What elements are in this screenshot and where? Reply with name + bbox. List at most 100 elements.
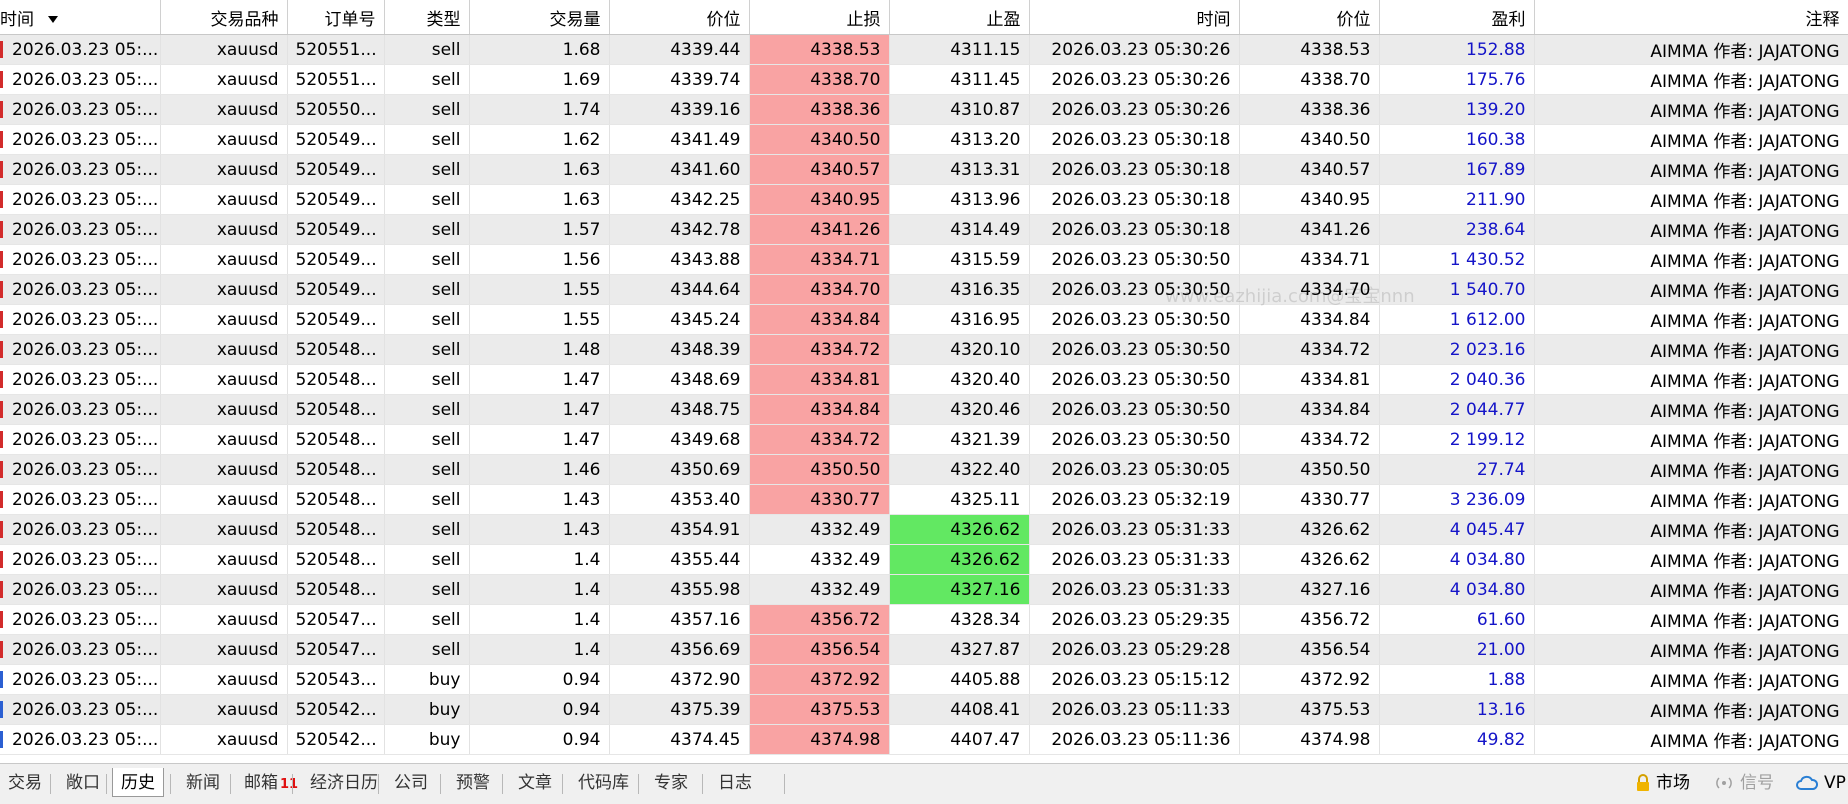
table-row[interactable]: 2026.03.23 05:... xauusd 520548... sell 1.43… bbox=[0, 514, 1848, 545]
tab-4[interactable]: 邮箱 11 bbox=[236, 768, 306, 798]
table-row[interactable]: 2026.03.23 05:... xauusd 520549... sell 1.55… bbox=[0, 274, 1848, 305]
cell-symbol: xauusd bbox=[160, 484, 288, 515]
cell-close-time: 2026.03.23 05:30:50 bbox=[1029, 274, 1240, 305]
tab-0[interactable]: 交易 bbox=[0, 768, 50, 798]
cell-volume: 1.63 bbox=[469, 184, 610, 215]
cell-volume: 1.63 bbox=[469, 154, 610, 185]
cell-close-time: 2026.03.23 05:31:33 bbox=[1029, 514, 1240, 545]
table-row[interactable]: 2026.03.23 05:... xauusd 520547... sell 1.4 4… bbox=[0, 634, 1848, 665]
status-vps[interactable]: VP bbox=[1796, 768, 1846, 798]
cell-close-price: 4334.71 bbox=[1239, 244, 1380, 275]
cell-take-profit: 4325.11 bbox=[889, 484, 1030, 515]
sell-marker-icon bbox=[0, 611, 3, 628]
table-row[interactable]: 2026.03.23 05:... xauusd 520548... sell 1.46… bbox=[0, 454, 1848, 485]
cell-open-time: 2026.03.23 05:... bbox=[0, 304, 161, 335]
tab-separator bbox=[106, 774, 107, 794]
cell-volume: 1.4 bbox=[469, 634, 610, 665]
tab-1[interactable]: 敞口 bbox=[58, 768, 108, 798]
cell-comment: AIMMA 作者: JAJATONG bbox=[1534, 364, 1848, 395]
cell-ticket: 520548... bbox=[287, 394, 385, 425]
cell-open-price: 4353.40 bbox=[609, 484, 750, 515]
cell-open-time: 2026.03.23 05:... bbox=[0, 64, 161, 95]
table-row[interactable]: 2026.03.23 05:... xauusd 520549... sell 1.63… bbox=[0, 184, 1848, 215]
table-row[interactable]: 2026.03.23 05:... xauusd 520549... sell 1.56… bbox=[0, 244, 1848, 275]
cell-profit: 49.82 bbox=[1379, 724, 1535, 755]
cell-take-profit: 4408.41 bbox=[889, 694, 1030, 725]
tab-11[interactable]: 日志 bbox=[710, 768, 760, 798]
table-row[interactable]: 2026.03.23 05:... xauusd 520548... sell 1.47… bbox=[0, 424, 1848, 455]
table-row[interactable]: 2026.03.23 05:... xauusd 520549... sell 1.62… bbox=[0, 124, 1848, 155]
table-row[interactable]: 2026.03.23 05:... xauusd 520542... buy 0.94 4… bbox=[0, 724, 1848, 755]
tab-2[interactable]: 历史 bbox=[112, 768, 164, 797]
tab-3[interactable]: 新闻 bbox=[178, 768, 228, 798]
tab-label: 专家 bbox=[654, 773, 688, 793]
cell-close-price: 4338.36 bbox=[1239, 94, 1380, 125]
sell-marker-icon bbox=[0, 401, 3, 418]
table-row[interactable]: 2026.03.23 05:... xauusd 520548... sell 1.47… bbox=[0, 394, 1848, 425]
table-row[interactable]: 2026.03.23 05:... xauusd 520543... buy 0.94 4… bbox=[0, 664, 1848, 695]
tab-10[interactable]: 专家 bbox=[646, 768, 696, 798]
table-row[interactable]: 2026.03.23 05:... xauusd 520548... sell 1.4 4… bbox=[0, 574, 1848, 605]
cell-volume: 1.74 bbox=[469, 94, 610, 125]
col-header-symbol[interactable]: 交易品种 bbox=[160, 0, 288, 35]
cell-comment: AIMMA 作者: JAJATONG bbox=[1534, 454, 1848, 485]
sell-marker-icon bbox=[0, 221, 3, 238]
table-row[interactable]: 2026.03.23 05:... xauusd 520548... sell 1.48… bbox=[0, 334, 1848, 365]
sort-down-icon bbox=[48, 16, 58, 23]
col-header-take-profit[interactable]: 止盈 bbox=[889, 0, 1030, 35]
cell-ticket: 520549... bbox=[287, 274, 385, 305]
cell-type: sell bbox=[384, 424, 470, 455]
col-header-stop-loss[interactable]: 止损 bbox=[749, 0, 890, 35]
cell-volume: 1.48 bbox=[469, 334, 610, 365]
col-header-ticket[interactable]: 订单号 bbox=[287, 0, 385, 35]
tab-label: 文章 bbox=[518, 773, 552, 793]
cell-open-price: 4339.44 bbox=[609, 34, 750, 65]
col-header-comment[interactable]: 注释 bbox=[1534, 0, 1848, 35]
cell-symbol: xauusd bbox=[160, 634, 288, 665]
table-row[interactable]: 2026.03.23 05:... xauusd 520551... sell 1.68… bbox=[0, 34, 1848, 65]
tab-7[interactable]: 预警 bbox=[448, 768, 498, 798]
tab-5[interactable]: 经济日历 bbox=[302, 768, 386, 798]
status-signals[interactable]: 信号 bbox=[1714, 768, 1774, 798]
table-row[interactable]: 2026.03.23 05:... xauusd 520547... sell 1.4 4… bbox=[0, 604, 1848, 635]
status-market[interactable]: 市场 bbox=[1636, 768, 1690, 798]
table-row[interactable]: 2026.03.23 05:... xauusd 520542... buy 0.94 4… bbox=[0, 694, 1848, 725]
cell-profit: 1 540.70 bbox=[1379, 274, 1535, 305]
cell-profit: 160.38 bbox=[1379, 124, 1535, 155]
col-header-volume[interactable]: 交易量 bbox=[469, 0, 610, 35]
cell-text: 2026.03.23 05:... bbox=[12, 729, 159, 750]
vertical-scrollbar[interactable] bbox=[1842, 40, 1848, 100]
table-row[interactable]: 2026.03.23 05:... xauusd 520549... sell 1.55… bbox=[0, 304, 1848, 335]
col-header-open-price[interactable]: 价位 bbox=[609, 0, 750, 35]
table-row[interactable]: 2026.03.23 05:... xauusd 520548... sell 1.47… bbox=[0, 364, 1848, 395]
tab-6[interactable]: 公司 bbox=[386, 768, 436, 798]
cell-close-price: 4340.50 bbox=[1239, 124, 1380, 155]
table-row[interactable]: 2026.03.23 05:... xauusd 520548... sell 1.43… bbox=[0, 484, 1848, 515]
cell-close-price: 4356.54 bbox=[1239, 634, 1380, 665]
table-row[interactable]: 2026.03.23 05:... xauusd 520550... sell 1.74… bbox=[0, 94, 1848, 125]
col-header-close-time[interactable]: 时间 bbox=[1029, 0, 1240, 35]
col-header-close-price[interactable]: 价位 bbox=[1239, 0, 1380, 35]
col-header-open-time[interactable]: 时间 bbox=[0, 0, 161, 35]
cell-symbol: xauusd bbox=[160, 64, 288, 95]
cell-close-price: 4340.95 bbox=[1239, 184, 1380, 215]
buy-marker-icon bbox=[0, 671, 3, 688]
cell-open-price: 4344.64 bbox=[609, 274, 750, 305]
cell-profit: 175.76 bbox=[1379, 64, 1535, 95]
table-row[interactable]: 2026.03.23 05:... xauusd 520549... sell 1.63… bbox=[0, 154, 1848, 185]
table-row[interactable]: 2026.03.23 05:... xauusd 520548... sell 1.4 4… bbox=[0, 544, 1848, 575]
cell-profit: 21.00 bbox=[1379, 634, 1535, 665]
cell-profit: 27.74 bbox=[1379, 454, 1535, 485]
cell-close-price: 4350.50 bbox=[1239, 454, 1380, 485]
sell-marker-icon bbox=[0, 491, 3, 508]
cell-comment: AIMMA 作者: JAJATONG bbox=[1534, 724, 1848, 755]
col-header-profit[interactable]: 盈利 bbox=[1379, 0, 1535, 35]
col-header-type[interactable]: 类型 bbox=[384, 0, 470, 35]
cell-open-time: 2026.03.23 05:... bbox=[0, 454, 161, 485]
trade-history-grid[interactable]: 时间 交易品种 订单号 类型 交易量 价位 止损 止盈 时间 价位 盈利 注释 … bbox=[0, 0, 1848, 763]
tab-8[interactable]: 文章 bbox=[510, 768, 560, 798]
table-row[interactable]: 2026.03.23 05:... xauusd 520551... sell 1.69… bbox=[0, 64, 1848, 95]
cell-close-price: 4327.16 bbox=[1239, 574, 1380, 605]
tab-9[interactable]: 代码库 bbox=[570, 768, 637, 798]
table-row[interactable]: 2026.03.23 05:... xauusd 520549... sell 1.57… bbox=[0, 214, 1848, 245]
